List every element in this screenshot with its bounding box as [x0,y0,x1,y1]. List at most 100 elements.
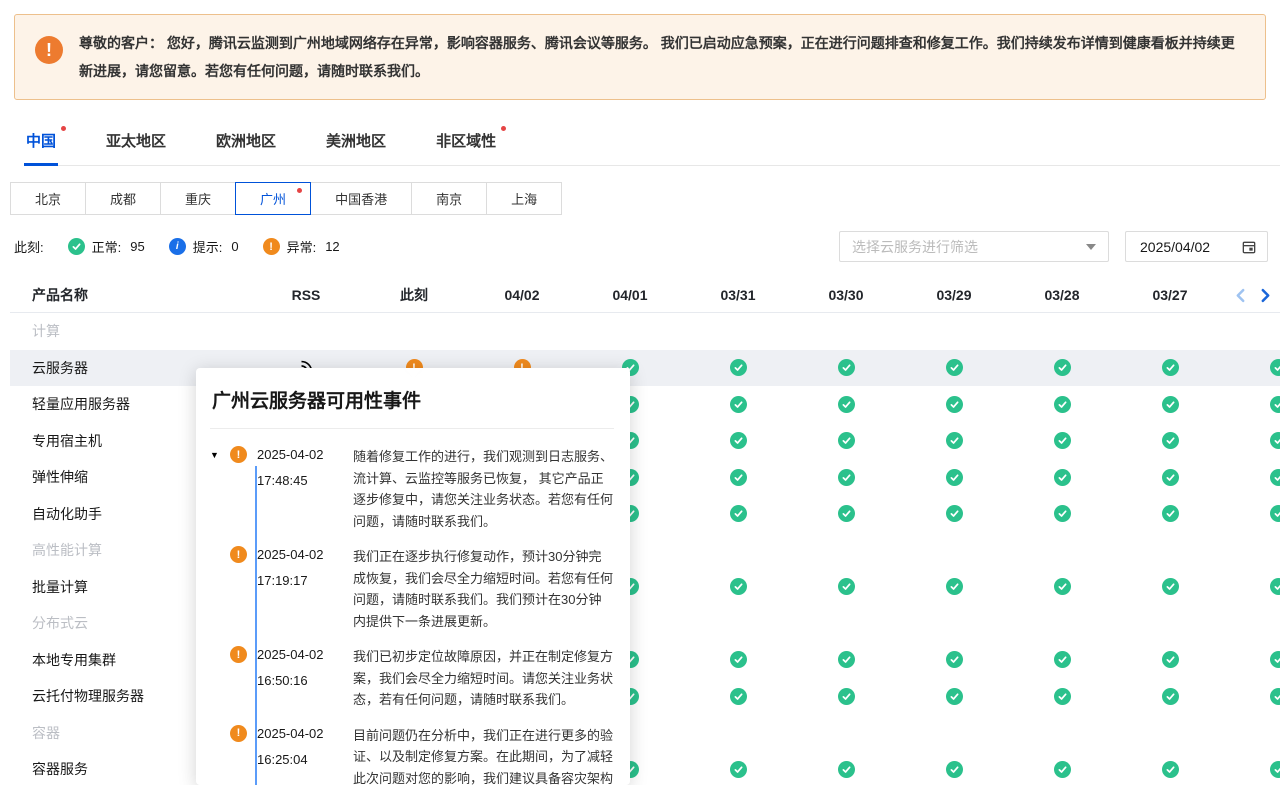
event-date: 2025-04-02 [257,446,353,463]
table-header-cell-7: 03/29 [900,287,1008,303]
event-description: 我们已初步定位故障原因，并正在制定修复方案，我们会尽全力缩短时间。请您关注业务状… [353,646,614,711]
region-tab-3[interactable]: 美洲地区 [324,130,388,165]
city-tab-label: 北京 [35,189,61,208]
city-tab-label: 中国香港 [335,189,387,208]
chevron-right-icon[interactable] [1259,288,1272,303]
check-circle-icon [946,578,963,595]
region-tab-label: 美洲地区 [326,133,386,150]
region-tab-label: 中国 [26,133,56,150]
caret-placeholder [210,646,230,650]
status-cell [1116,578,1224,595]
status-cell [1224,359,1280,376]
status-cell [1224,469,1280,486]
status-cell [900,396,1008,413]
table-header-cell-5: 03/31 [684,287,792,303]
status-cell [1116,761,1224,778]
check-circle-icon [1270,469,1280,486]
triangle-down-icon[interactable]: ▼ [210,446,230,460]
check-circle-icon [1162,359,1179,376]
event-timeline: ▼!2025-04-0217:48:45随着修复工作的进行，我们观测到日志服务、… [210,446,614,785]
status-cell [1008,578,1116,595]
table-header: 产品名称RSS此刻04/0204/0103/3103/3003/2903/280… [10,278,1280,313]
status-cell [684,761,792,778]
status-cell [1008,505,1116,522]
check-circle-icon [68,238,85,255]
event-time: 17:48:45 [257,472,353,489]
check-circle-icon [1054,688,1071,705]
exclamation-circle-icon: ! [230,646,247,663]
check-circle-icon [946,432,963,449]
check-circle-icon [1270,359,1280,376]
check-circle-icon [1054,432,1071,449]
event-time: 16:25:04 [257,751,353,768]
status-cell [792,578,900,595]
status-cell [1116,688,1224,705]
city-tab-5[interactable]: 南京 [411,182,487,215]
check-circle-icon [838,578,855,595]
event-datetime: 2025-04-0216:25:04 [257,725,353,768]
check-circle-icon [946,651,963,668]
city-tab-1[interactable]: 成都 [85,182,161,215]
chevron-left-icon[interactable] [1234,288,1247,303]
check-circle-icon [1270,688,1280,705]
city-tab-label: 成都 [110,189,136,208]
check-circle-icon [838,651,855,668]
date-picker[interactable]: 2025/04/02 [1125,231,1268,262]
status-summary-item-value: 0 [231,239,238,254]
check-circle-icon [1054,651,1071,668]
city-tab-6[interactable]: 上海 [486,182,562,215]
date-pager [1234,278,1272,312]
event-datetime: 2025-04-0216:50:16 [257,646,353,689]
status-cell [792,359,900,376]
region-tab-2[interactable]: 欧洲地区 [214,130,278,165]
exclamation-circle-icon: ! [230,725,247,742]
event-datetime: 2025-04-0217:19:17 [257,546,353,589]
check-circle-icon [838,688,855,705]
check-circle-icon [1162,432,1179,449]
check-circle-icon [730,432,747,449]
check-circle-icon [730,359,747,376]
chevron-down-icon [1086,244,1096,250]
check-circle-icon [946,761,963,778]
check-circle-icon [730,688,747,705]
status-cell [900,505,1008,522]
check-circle-icon [1054,505,1071,522]
check-circle-icon [946,396,963,413]
check-circle-icon [838,469,855,486]
service-filter-select[interactable]: 选择云服务进行筛选 [839,231,1109,262]
status-cell [1008,469,1116,486]
status-summary: 此刻: 正常:95i提示:0!异常:12 [14,237,340,256]
status-cell [1224,396,1280,413]
check-circle-icon [730,505,747,522]
table-header-cell-1: RSS [252,287,360,303]
status-cell [1116,432,1224,449]
region-tabs: 中国 亚太地区 欧洲地区 美洲地区 非区域性 [24,130,1280,166]
region-tab-1[interactable]: 亚太地区 [104,130,168,165]
city-tab-2[interactable]: 重庆 [160,182,236,215]
exclamation-circle-icon: ! [230,546,247,563]
check-circle-icon [1162,396,1179,413]
check-circle-icon [1162,761,1179,778]
popup-arrow [404,368,422,378]
status-cell [1224,688,1280,705]
city-tab-0[interactable]: 北京 [10,182,86,215]
check-circle-icon [1162,578,1179,595]
status-cell [1116,396,1224,413]
check-circle-icon [1270,505,1280,522]
status-summary-item-1: i提示:0 [169,237,239,256]
city-tab-3[interactable]: 广州 [235,182,311,215]
city-tab-4[interactable]: 中国香港 [310,182,412,215]
status-cell [900,688,1008,705]
region-tab-4[interactable]: 非区域性 [434,130,498,165]
exclamation-circle-icon: ! [263,238,280,255]
status-cell [900,432,1008,449]
check-circle-icon [1054,396,1071,413]
status-cell [1008,359,1116,376]
status-cell [792,432,900,449]
region-tab-0[interactable]: 中国 [24,130,58,166]
table-header-cell-6: 03/30 [792,287,900,303]
exclamation-circle-icon: ! [230,446,247,463]
status-cell [1008,396,1116,413]
city-tab-label: 广州 [260,189,286,208]
notification-dot [61,126,66,131]
